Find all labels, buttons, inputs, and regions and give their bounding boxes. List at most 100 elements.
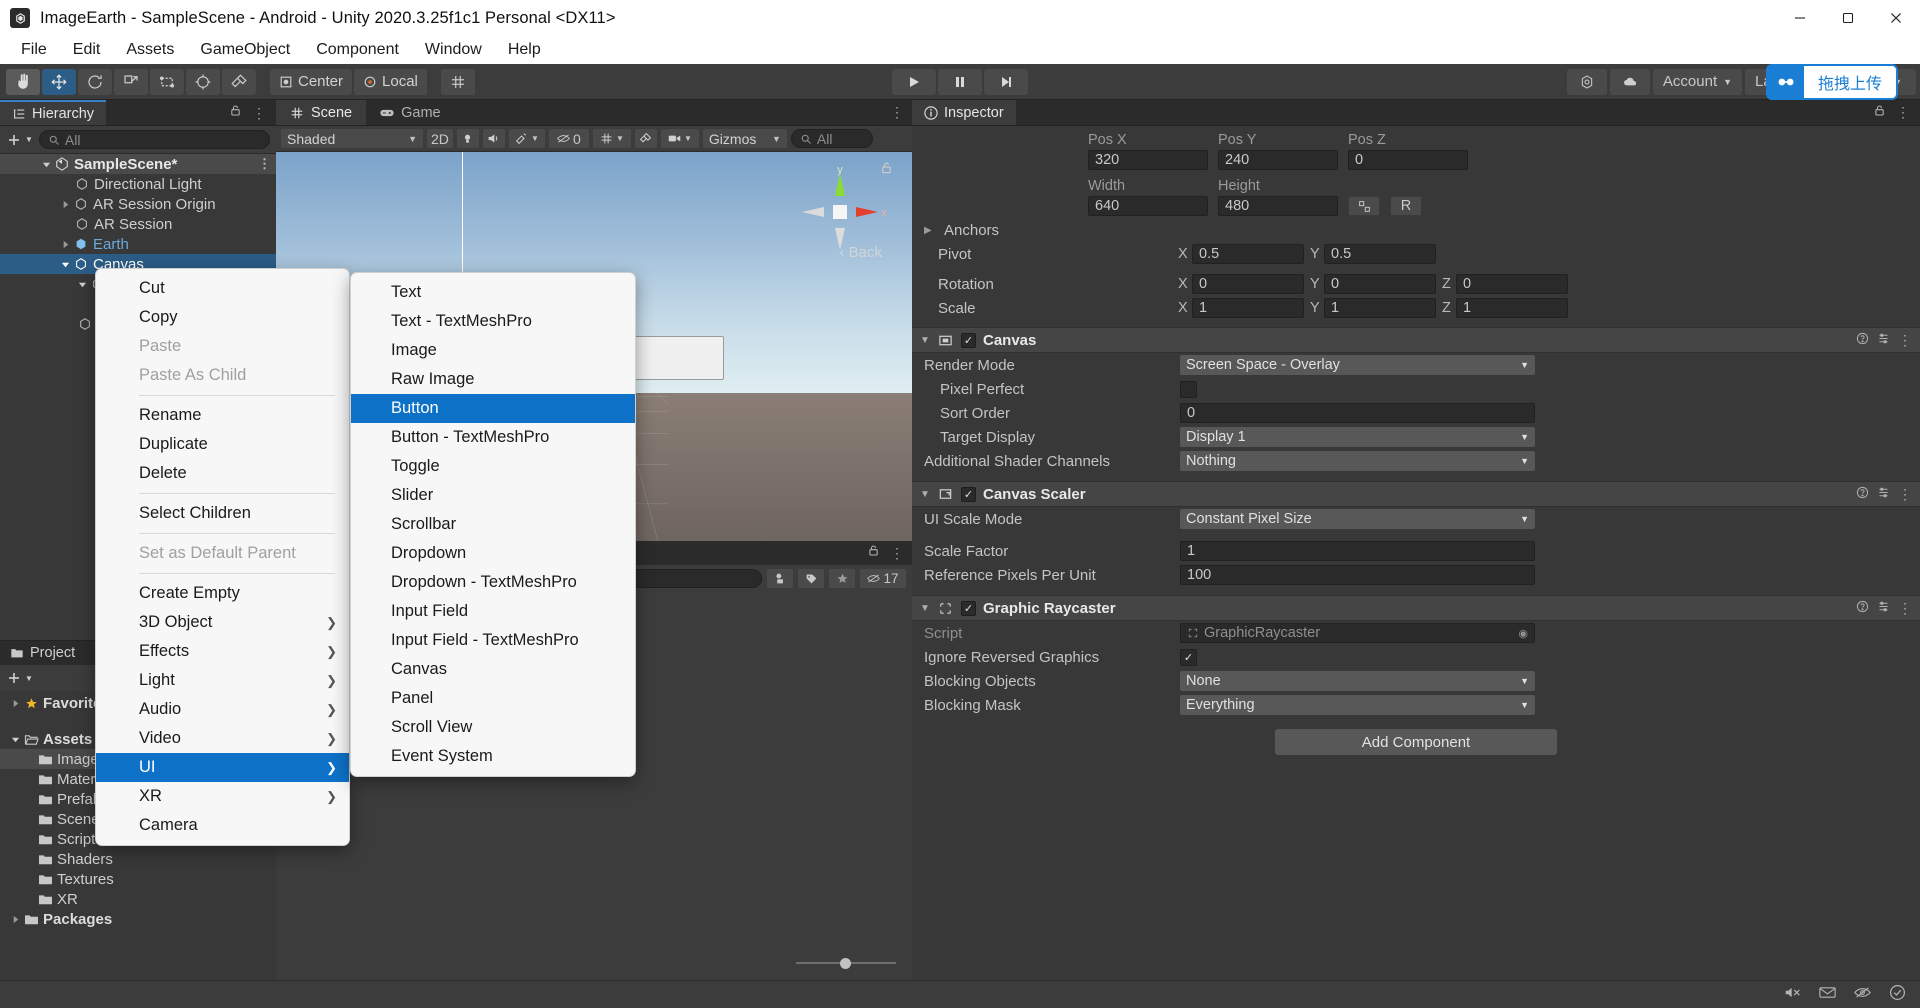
script-field[interactable]: GraphicRaycaster ◉ xyxy=(1180,623,1535,643)
context-item-copy[interactable]: Copy xyxy=(96,303,349,332)
component-enabled-checkbox[interactable]: ✓ xyxy=(961,486,976,502)
hierarchy-row-earth[interactable]: Earth xyxy=(0,234,276,254)
context-item-cut[interactable]: Cut xyxy=(96,274,349,303)
pivot-rotation-button[interactable]: Local xyxy=(354,68,427,95)
more-options-icon[interactable]: ⋮ xyxy=(1896,104,1910,121)
rotation-z-field[interactable]: 0 xyxy=(1456,274,1568,294)
tab-inspector[interactable]: Inspector xyxy=(912,100,1016,125)
twisty-right-icon[interactable] xyxy=(8,699,22,708)
component-header-canvas-scaler[interactable]: ▼ ✓ Canvas Scaler ⋮ xyxy=(912,481,1920,507)
lock-icon[interactable] xyxy=(229,104,242,122)
submenu-item-input-field[interactable]: Input Field xyxy=(351,597,635,626)
asset-zoom-slider[interactable] xyxy=(796,956,896,970)
blueprint-mode-button[interactable] xyxy=(1348,196,1380,216)
grid-snap-icon[interactable] xyxy=(440,68,475,95)
scene-search-input[interactable]: All xyxy=(790,129,873,148)
hierarchy-row-ar-session[interactable]: AR Session xyxy=(0,214,276,234)
project-add-button[interactable]: ▼ xyxy=(6,670,33,686)
context-item-audio[interactable]: Audio ❯ xyxy=(96,695,349,724)
filter-favorite-icon[interactable] xyxy=(829,568,855,588)
pos-x-field[interactable]: 320 xyxy=(1088,150,1208,170)
rotation-x-field[interactable]: 0 xyxy=(1192,274,1304,294)
context-item-select-children[interactable]: Select Children xyxy=(96,499,349,528)
shader-channels-dropdown[interactable]: Nothing ▼ xyxy=(1180,451,1535,471)
pivot-y-field[interactable]: 0.5 xyxy=(1324,244,1436,264)
help-icon[interactable] xyxy=(1856,332,1869,349)
help-icon[interactable] xyxy=(1856,600,1869,617)
hidden-assets-count[interactable]: 17 xyxy=(860,568,906,588)
submenu-item-canvas[interactable]: Canvas xyxy=(351,655,635,684)
hierarchy-add-button[interactable]: ▼ xyxy=(6,132,33,148)
pivot-mode-button[interactable]: Center xyxy=(270,68,353,95)
context-item-effects[interactable]: Effects ❯ xyxy=(96,637,349,666)
menu-file[interactable]: File xyxy=(8,38,60,62)
more-options-icon[interactable]: ⋮ xyxy=(252,106,266,120)
context-item-rename[interactable]: Rename xyxy=(96,401,349,430)
step-button[interactable] xyxy=(984,68,1028,95)
ignore-reversed-checkbox[interactable]: ✓ xyxy=(1180,648,1197,666)
context-item-camera[interactable]: Camera xyxy=(96,811,349,840)
submenu-item-image[interactable]: Image xyxy=(351,336,635,365)
project-row-packages[interactable]: Packages xyxy=(0,909,276,929)
submenu-item-text[interactable]: Text xyxy=(351,278,635,307)
hierarchy-row-samplescene[interactable]: SampleScene* ⋮ xyxy=(0,154,276,174)
tab-game[interactable]: Game xyxy=(366,100,455,125)
more-options-icon[interactable]: ⋮ xyxy=(1898,486,1912,503)
fx-icon[interactable]: ▼ xyxy=(508,129,545,148)
hierarchy-row-directional-light[interactable]: Directional Light xyxy=(0,174,276,194)
submenu-item-slider[interactable]: Slider xyxy=(351,481,635,510)
add-component-button[interactable]: Add Component xyxy=(1275,729,1557,755)
filter-label-icon[interactable] xyxy=(798,568,824,588)
render-mode-dropdown[interactable]: Screen Space - Overlay ▼ xyxy=(1180,355,1535,375)
more-options-icon[interactable]: ⋮ xyxy=(890,545,904,562)
project-row-xr[interactable]: XR xyxy=(0,889,276,909)
hand-tool-icon[interactable] xyxy=(6,68,40,95)
twisty-down-icon[interactable]: ▼ xyxy=(920,603,930,614)
twisty-down-icon[interactable] xyxy=(59,260,72,269)
menu-component[interactable]: Component xyxy=(303,38,412,62)
submenu-item-panel[interactable]: Panel xyxy=(351,684,635,713)
component-header-graphic-raycaster[interactable]: ▼ ✓ Graphic Raycaster ⋮ xyxy=(912,595,1920,621)
ui-scale-mode-dropdown[interactable]: Constant Pixel Size ▼ xyxy=(1180,509,1535,529)
scene-view-orientation-label[interactable]: ‹ Back xyxy=(839,244,882,261)
tab-scene[interactable]: Scene xyxy=(276,100,367,125)
audio-icon[interactable] xyxy=(482,129,505,148)
filter-type-icon[interactable] xyxy=(767,568,793,588)
preset-icon[interactable] xyxy=(1877,332,1890,349)
mute-audio-icon[interactable] xyxy=(1784,984,1801,1006)
scale-tool-icon[interactable] xyxy=(114,68,148,95)
submenu-item-dropdown[interactable]: Dropdown xyxy=(351,539,635,568)
menu-edit[interactable]: Edit xyxy=(60,38,114,62)
shading-mode-dropdown[interactable]: Shaded ▼ xyxy=(281,129,423,148)
gizmos-dropdown[interactable]: Gizmos ▼ xyxy=(702,129,787,148)
scale-x-field[interactable]: 1 xyxy=(1192,298,1304,318)
height-field[interactable]: 480 xyxy=(1218,196,1338,216)
account-button[interactable]: Account ▼ xyxy=(1652,68,1743,95)
pos-z-field[interactable]: 0 xyxy=(1348,150,1468,170)
lock-icon[interactable] xyxy=(867,544,880,562)
toggle-2d-button[interactable]: 2D xyxy=(427,129,453,148)
play-button[interactable] xyxy=(892,68,936,95)
twisty-right-icon[interactable] xyxy=(8,915,22,924)
anchors-row[interactable]: ▶ Anchors xyxy=(912,218,1920,242)
hierarchy-search-input[interactable]: All xyxy=(38,130,270,149)
pivot-x-field[interactable]: 0.5 xyxy=(1192,244,1304,264)
check-circle-icon[interactable] xyxy=(1889,984,1906,1006)
component-enabled-checkbox[interactable]: ✓ xyxy=(961,600,976,616)
pause-button[interactable] xyxy=(938,68,982,95)
ui-submenu[interactable]: Text Text - TextMeshPro Image Raw Image … xyxy=(350,272,636,777)
more-options-icon[interactable]: ⋮ xyxy=(1898,332,1912,349)
eye-off-icon[interactable] xyxy=(1854,984,1871,1006)
mail-icon[interactable] xyxy=(1819,984,1836,1006)
submenu-item-button[interactable]: Button xyxy=(351,394,635,423)
twisty-down-icon[interactable] xyxy=(40,160,53,169)
grid-visibility-icon[interactable]: ▼ xyxy=(592,129,631,148)
twisty-down-icon[interactable] xyxy=(8,735,22,744)
project-row-shaders[interactable]: Shaders xyxy=(0,849,276,869)
context-item-light[interactable]: Light ❯ xyxy=(96,666,349,695)
preset-icon[interactable] xyxy=(1877,600,1890,617)
reference-ppu-field[interactable]: 100 xyxy=(1180,565,1535,585)
twisty-right-icon[interactable]: ▶ xyxy=(924,225,938,236)
more-options-icon[interactable]: ⋮ xyxy=(890,104,904,121)
hierarchy-row-ar-session-origin[interactable]: AR Session Origin xyxy=(0,194,276,214)
